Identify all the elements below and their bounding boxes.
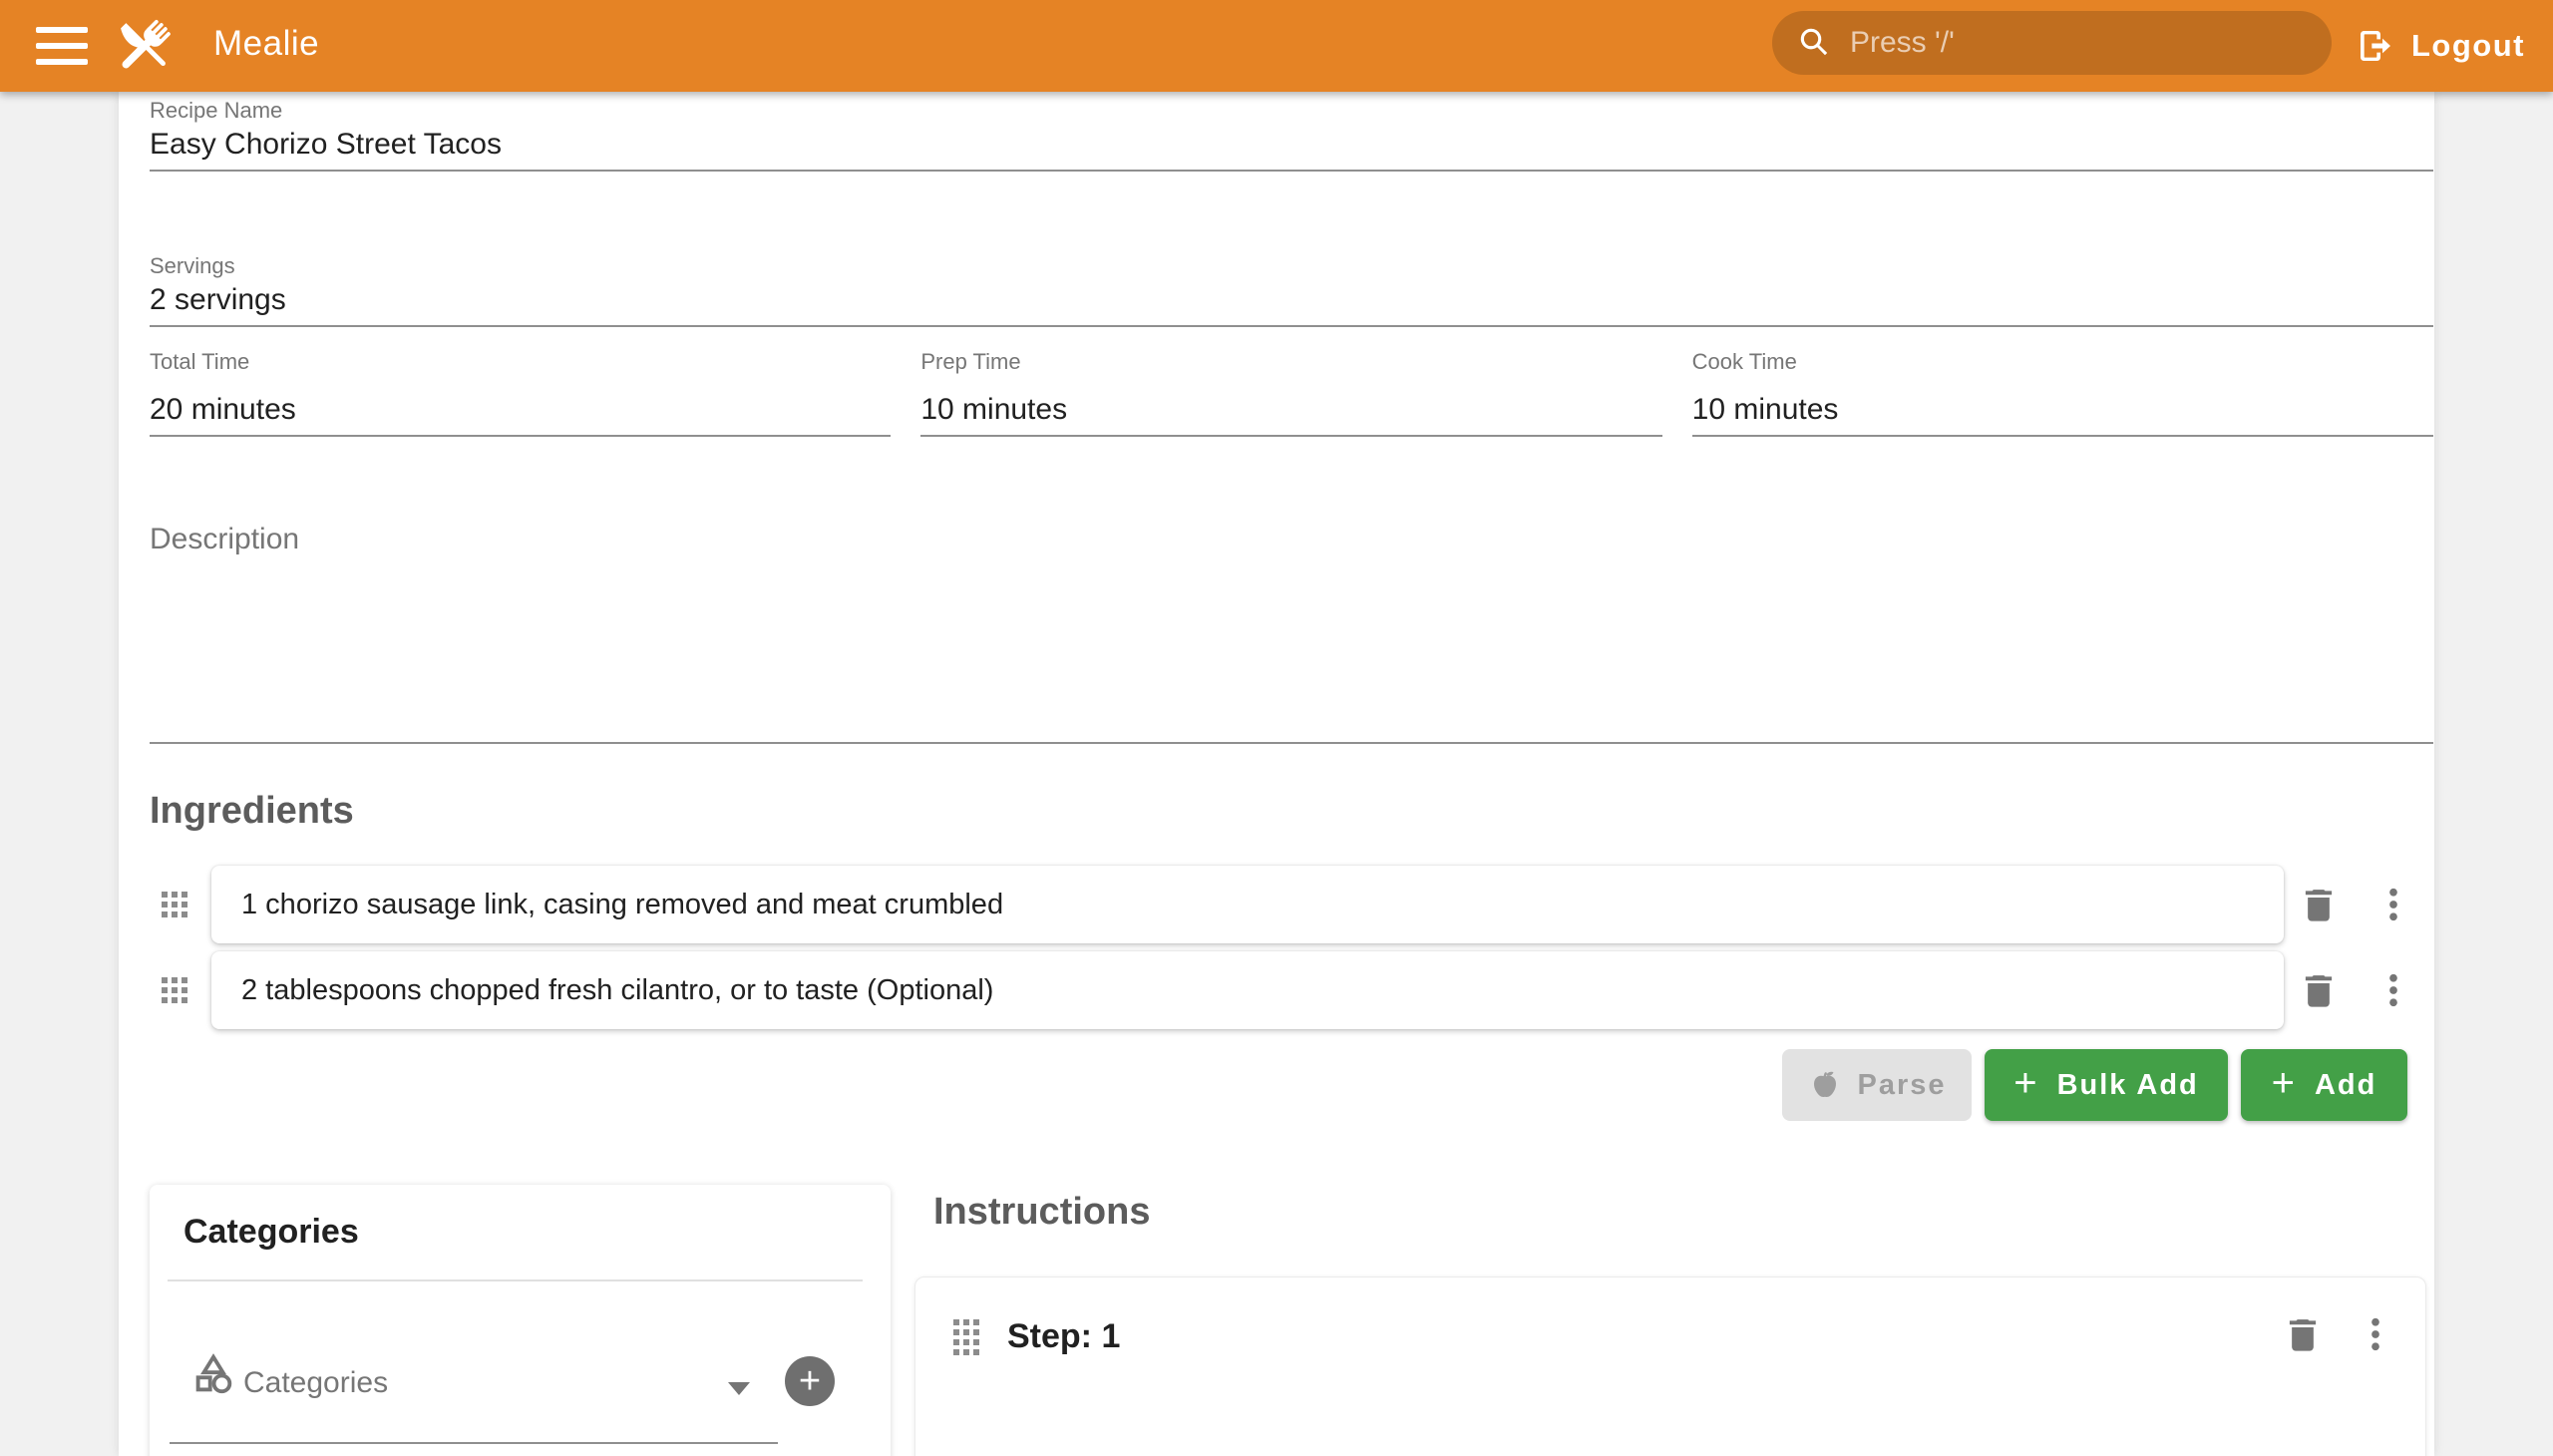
bulk-add-label: Bulk Add — [2057, 1069, 2199, 1102]
cook-time-input[interactable] — [1692, 393, 2433, 427]
ingredient-input[interactable] — [211, 866, 2284, 943]
ingredient-row — [119, 866, 2434, 943]
servings-input[interactable] — [150, 283, 2433, 317]
time-fields-row: Total Time Prep Time Cook Time — [150, 349, 2433, 437]
delete-ingredient-button[interactable] — [2296, 967, 2342, 1013]
drag-handle-icon[interactable] — [162, 892, 187, 917]
category-shapes-icon — [191, 1352, 235, 1396]
bulk-add-button[interactable]: + Bulk Add — [1985, 1049, 2228, 1121]
total-time-label: Total Time — [150, 349, 249, 375]
ingredient-row — [119, 951, 2434, 1029]
cook-time-field: Cook Time — [1692, 349, 2433, 437]
drag-handle-icon[interactable] — [162, 977, 187, 1003]
categories-heading: Categories — [183, 1213, 359, 1252]
description-label: Description — [150, 523, 299, 556]
divider — [168, 1279, 863, 1281]
trash-icon — [2298, 969, 2340, 1011]
cook-time-label: Cook Time — [1692, 349, 1797, 375]
apple-icon — [1807, 1067, 1843, 1103]
servings-field: Servings — [150, 253, 2433, 327]
ingredient-input[interactable] — [211, 951, 2284, 1029]
kebab-icon — [2355, 1313, 2396, 1355]
total-time-input[interactable] — [150, 393, 891, 427]
prep-time-label: Prep Time — [920, 349, 1020, 375]
plus-icon: + — [2272, 1063, 2297, 1103]
step-menu-button[interactable] — [2353, 1311, 2398, 1357]
app-bar: Mealie Logout — [0, 0, 2553, 92]
ingredients-heading: Ingredients — [150, 790, 354, 833]
ingredient-menu-button[interactable] — [2371, 882, 2416, 927]
app-title: Mealie — [213, 24, 319, 64]
recipe-form: Recipe Name Servings Total Time Prep Tim… — [119, 92, 2434, 1456]
add-label: Add — [2315, 1069, 2376, 1102]
recipe-name-field: Recipe Name — [150, 98, 2433, 172]
trash-icon — [2298, 884, 2340, 925]
search-icon — [1796, 24, 1834, 62]
prep-time-field: Prep Time — [920, 349, 1661, 437]
description-field: Description — [150, 511, 2433, 744]
parse-button[interactable]: Parse — [1782, 1049, 1972, 1121]
add-button[interactable]: + Add — [2241, 1049, 2407, 1121]
search-bar — [1772, 11, 2332, 75]
instruction-step-card: Step: 1 Combine crumbled chorizo and chi… — [914, 1276, 2426, 1456]
categories-select-label: Categories — [243, 1366, 388, 1400]
servings-label: Servings — [150, 253, 235, 279]
categories-card: Categories Categories + — [150, 1185, 891, 1456]
recipe-name-input[interactable] — [150, 128, 2433, 162]
ingredient-card — [211, 866, 2284, 943]
instructions-heading: Instructions — [933, 1191, 1150, 1234]
kebab-icon — [2372, 884, 2414, 925]
delete-step-button[interactable] — [2280, 1311, 2326, 1357]
plus-icon: + — [2013, 1063, 2038, 1103]
ingredient-card — [211, 951, 2284, 1029]
prep-time-input[interactable] — [920, 393, 1661, 427]
search-input[interactable] — [1850, 11, 2332, 75]
kebab-icon — [2372, 969, 2414, 1011]
logout-icon — [2356, 26, 2395, 66]
parse-label: Parse — [1857, 1069, 1946, 1102]
description-textarea[interactable] — [150, 560, 2433, 740]
mealie-recipe-editor: Mealie Logout Recipe Name Servings — [0, 0, 2553, 1456]
logout-label: Logout — [2411, 28, 2525, 64]
total-time-field: Total Time — [150, 349, 891, 437]
add-category-button[interactable]: + — [785, 1356, 835, 1406]
ingredient-actions: Parse + Bulk Add + Add — [119, 1049, 2407, 1121]
step-title: Step: 1 — [1007, 1317, 1120, 1356]
drag-handle-icon[interactable] — [953, 1319, 979, 1355]
menu-icon[interactable] — [34, 24, 92, 68]
categories-select[interactable]: Categories — [170, 1344, 778, 1444]
mealie-logo-icon[interactable] — [112, 14, 176, 78]
chevron-down-icon — [728, 1382, 750, 1395]
logout-button[interactable]: Logout — [2356, 0, 2525, 92]
ingredient-menu-button[interactable] — [2371, 967, 2416, 1013]
recipe-name-label: Recipe Name — [150, 98, 282, 124]
trash-icon — [2282, 1313, 2324, 1355]
delete-ingredient-button[interactable] — [2296, 882, 2342, 927]
